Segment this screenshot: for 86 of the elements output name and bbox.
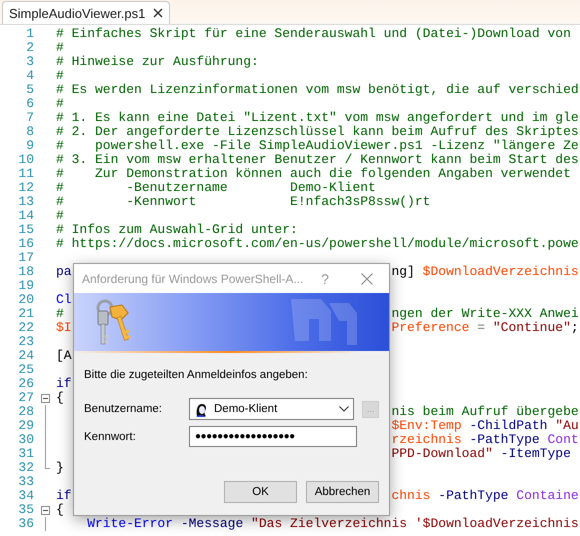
code-fragment: ngen der Write-XXX Anwei <box>391 307 579 321</box>
dialog-title: Anforderung für Windows PowerShell-A... <box>82 272 304 286</box>
code-line: # 1. Es kann eine Datei "Lizent.txt" vom msw angefordert und im gle <box>56 111 579 125</box>
line-number: 14 <box>17 209 34 223</box>
close-icon[interactable] <box>153 8 164 18</box>
line-number: 8 <box>25 125 34 139</box>
code-line: # powershell.exe -File SimpleAudioViewer.ps1 -Lizenz "längere Ze <box>56 139 579 153</box>
fold-toggle-icon[interactable] <box>40 394 50 403</box>
code-line: } <box>56 461 64 475</box>
line-number: 25 <box>17 363 34 377</box>
ok-button[interactable]: OK <box>224 481 297 503</box>
line-number: 11 <box>17 167 34 181</box>
code-fragment: rzeichnis -PathType Cont <box>391 433 579 447</box>
code-line: # -Benutzername Demo-Klient <box>56 181 376 195</box>
line-number: 9 <box>25 139 34 153</box>
password-field[interactable]: ●●●●●●●●●●●●●●●●●● <box>189 426 357 447</box>
code-line: if <box>56 377 72 391</box>
line-number: 19 <box>17 279 34 293</box>
line-number: 23 <box>17 335 34 349</box>
line-number: 32 <box>17 461 34 475</box>
fold-toggle-icon[interactable] <box>40 506 50 515</box>
username-label: Benutzername: <box>84 403 163 415</box>
line-number: 17 <box>17 251 34 265</box>
line-number: 5 <box>25 83 34 97</box>
code-line: # <box>56 69 64 83</box>
line-number: 4 <box>25 69 34 83</box>
line-number: 28 <box>17 405 34 419</box>
code-fragment: pa <box>56 265 72 279</box>
line-number: 2 <box>25 41 34 55</box>
password-label: Kennwort: <box>84 430 137 442</box>
line-number: 21 <box>17 307 34 321</box>
line-number: 36 <box>17 517 34 531</box>
username-combobox[interactable]: Demo-Klient <box>189 398 354 420</box>
code-line: { <box>56 503 64 517</box>
code-line: # 3. Ein vom msw erhaltener Benutzer / Kennwort kann beim Start des <box>56 153 579 167</box>
code-fragment: $Env:Temp -ChildPath "Au <box>391 419 579 433</box>
cancel-button[interactable]: Abbrechen <box>306 481 379 503</box>
code-fragment: chnis -PathType Containe <box>391 489 579 503</box>
user-icon <box>194 402 208 416</box>
line-number: 7 <box>25 111 34 125</box>
code-line: [A <box>56 349 72 363</box>
line-number: 22 <box>17 321 34 335</box>
line-number: 27 <box>17 391 34 405</box>
code-line: # <box>56 97 64 111</box>
line-number: 29 <box>17 419 34 433</box>
code-line: { <box>56 391 64 405</box>
file-tab[interactable]: SimpleAudioViewer.ps1 <box>2 1 170 24</box>
prompt-text: Bitte die zugeteilten Anmeldeinfos angeben: <box>84 369 309 381</box>
line-number: 35 <box>17 503 34 517</box>
line-number: 26 <box>17 377 34 391</box>
code-line: # Es werden Lizenzinformationen vom msw benötigt, die auf verschied <box>56 83 579 97</box>
line-number: 13 <box>17 195 34 209</box>
line-number: 34 <box>17 489 34 503</box>
code-line: # <box>56 209 64 223</box>
code-fragment: Preference = "Continue"; <box>391 321 579 335</box>
close-icon <box>361 272 373 284</box>
line-number: 18 <box>17 265 34 279</box>
code-fragment: # <box>56 307 64 321</box>
line-number: 33 <box>17 475 34 489</box>
code-line: Write-Error -Message "Das Zielverzeichnis '$DownloadVerzeichnis <box>86 517 579 531</box>
code-fragment: nis beim Aufruf übergebe <box>391 405 579 419</box>
line-number: 12 <box>17 181 34 195</box>
line-number: 20 <box>17 293 34 307</box>
code-line: # Infos zum Auswahl-Grid unter: <box>56 223 298 237</box>
line-number: 15 <box>17 223 34 237</box>
line-number: 3 <box>25 55 34 69</box>
code-line: Cl <box>56 293 72 307</box>
code-fragment: if <box>56 489 72 503</box>
code-fragment: PPD-Download" -ItemType <box>391 447 572 461</box>
line-number: 16 <box>17 237 34 251</box>
code-line: # Zur Demonstration können auch die folgenden Angaben verwendet <box>56 167 571 181</box>
code-fragment: $I <box>56 321 72 335</box>
caret-icon <box>339 406 350 412</box>
line-number: 31 <box>17 447 34 461</box>
line-number: 6 <box>25 97 34 111</box>
line-number: 30 <box>17 433 34 447</box>
code-line: # https://docs.microsoft.com/en-us/powershell/module/microsoft.powe <box>56 237 579 251</box>
code-line: # Hinweise zur Ausführung: <box>56 55 259 69</box>
code-line: # -Kennwort E!nfach3sP8ssw()rt <box>56 195 430 209</box>
code-line: # <box>56 41 64 55</box>
code-fragment: ng] $DownloadVerzeichnis <box>391 265 579 279</box>
code-line: # 2. Der angeforderte Lizenzschlüssel kann beim Aufruf des Skriptes <box>56 125 579 139</box>
line-number: 24 <box>17 349 34 363</box>
line-number: 10 <box>17 153 34 167</box>
line-number: 1 <box>25 27 34 41</box>
code-line: # Einfaches Skript für eine Senderauswahl und (Datei-)Download von <box>56 27 571 41</box>
